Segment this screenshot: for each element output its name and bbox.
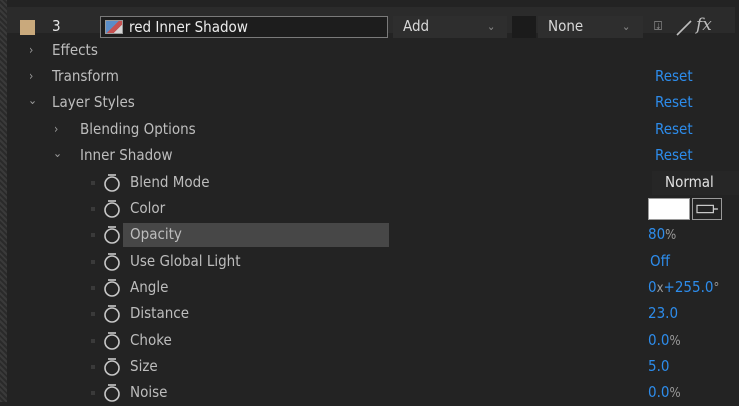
pen-icon[interactable]	[675, 19, 693, 37]
layer-thumbnail-icon	[105, 20, 123, 34]
angle-row: Angle 0x+255.0°	[7, 275, 735, 301]
choke-label: Choke	[130, 331, 172, 349]
layer-number: 3	[52, 17, 61, 35]
color-label: Color	[130, 199, 166, 217]
transform-label: Transform	[52, 67, 119, 85]
label-color-swatch[interactable]	[20, 20, 35, 35]
angle-value[interactable]: 0x+255.0°	[648, 278, 719, 296]
choke-number[interactable]: 0.0	[648, 331, 669, 349]
stopwatch-icon[interactable]	[103, 357, 121, 377]
transform-reset-button[interactable]: Reset	[655, 67, 693, 85]
layer-header-row[interactable]: 3 red Inner Shadow Add ⌄ None ⌄ ⍗ fx	[7, 7, 735, 38]
opacity-label: Opacity	[130, 225, 182, 243]
row-marker	[91, 181, 95, 185]
layer-styles-reset-button[interactable]: Reset	[655, 93, 693, 111]
use-global-light-value[interactable]: Off	[650, 252, 670, 270]
row-marker	[91, 312, 95, 316]
inner-shadow-row[interactable]: ⌄ Inner Shadow Reset	[7, 143, 735, 169]
row-marker	[91, 233, 95, 237]
blend-mode-row: Blend Mode Normal	[7, 170, 739, 196]
track-matte-box[interactable]	[512, 16, 536, 38]
stopwatch-icon[interactable]	[103, 304, 121, 324]
use-global-light-label: Use Global Light	[130, 252, 241, 270]
noise-number[interactable]: 0.0	[648, 383, 669, 401]
blend-mode-select[interactable]: Normal	[652, 171, 739, 195]
angle-degrees[interactable]: +255.0	[664, 278, 714, 296]
angle-deg-unit: °	[713, 281, 720, 296]
row-marker	[91, 365, 95, 369]
blending-options-reset-button[interactable]: Reset	[655, 120, 693, 138]
chevron-right-icon[interactable]: ›	[29, 69, 33, 83]
fx-icon[interactable]: fx	[696, 15, 712, 35]
opacity-number[interactable]: 80	[648, 225, 665, 243]
effects-label: Effects	[52, 41, 98, 59]
inner-shadow-reset-button[interactable]: Reset	[655, 146, 693, 164]
opacity-row: Opacity 80%	[7, 222, 735, 248]
stopwatch-icon[interactable]	[103, 173, 121, 193]
stopwatch-icon[interactable]	[103, 252, 121, 272]
eyedropper-icon[interactable]	[692, 198, 722, 220]
layer-name: red Inner Shadow	[129, 18, 248, 36]
chevron-down-icon[interactable]: ⌄	[28, 93, 37, 107]
noise-value[interactable]: 0.0%	[648, 383, 681, 401]
stopwatch-icon[interactable]	[103, 199, 121, 219]
row-marker	[91, 339, 95, 343]
row-marker	[91, 260, 95, 264]
angle-revolutions[interactable]: 0	[648, 278, 657, 296]
stopwatch-icon[interactable]	[103, 278, 121, 298]
motion-blur-icon[interactable]: ⍗	[649, 18, 667, 36]
inner-shadow-label: Inner Shadow	[80, 146, 173, 164]
blending-options-row[interactable]: › Blending Options Reset	[7, 117, 735, 143]
row-marker	[91, 391, 95, 395]
blend-mode-label: Blend Mode	[130, 173, 210, 191]
blend-mode-value: Add	[403, 17, 430, 35]
layer-styles-row[interactable]: ⌄ Layer Styles Reset	[7, 90, 735, 116]
chevron-right-icon[interactable]: ›	[54, 122, 58, 136]
chevron-down-icon[interactable]: ⌄	[53, 146, 62, 160]
noise-unit: %	[669, 386, 681, 401]
effects-row[interactable]: › Effects	[7, 38, 735, 64]
stopwatch-icon[interactable]	[103, 331, 121, 351]
color-row: Color	[7, 196, 735, 222]
use-global-light-row: Use Global Light Off	[7, 249, 735, 275]
chevron-right-icon[interactable]: ›	[29, 43, 33, 57]
chevron-down-icon: ⌄	[622, 20, 631, 33]
row-marker	[91, 286, 95, 290]
opacity-value[interactable]: 80%	[648, 225, 676, 243]
noise-row: Noise 0.0%	[7, 380, 735, 406]
panel-edge	[0, 0, 7, 402]
parent-dropdown[interactable]: None ⌄	[538, 16, 643, 38]
transform-row[interactable]: › Transform Reset	[7, 64, 735, 90]
stopwatch-icon[interactable]	[103, 225, 121, 245]
choke-unit: %	[669, 334, 681, 349]
stopwatch-icon[interactable]	[103, 383, 121, 403]
blending-options-label: Blending Options	[80, 120, 196, 138]
angle-x-unit: x	[656, 281, 664, 296]
size-label: Size	[130, 357, 158, 375]
parent-value: None	[548, 17, 584, 35]
choke-row: Choke 0.0%	[7, 328, 735, 354]
size-row: Size 5.0	[7, 354, 735, 380]
distance-label: Distance	[130, 304, 190, 322]
choke-value[interactable]: 0.0%	[648, 331, 681, 349]
layer-styles-label: Layer Styles	[52, 93, 135, 111]
blend-mode-select-value: Normal	[665, 173, 714, 191]
row-marker	[91, 207, 95, 211]
opacity-unit: %	[665, 228, 677, 243]
blend-mode-dropdown[interactable]: Add ⌄	[393, 16, 507, 38]
angle-label: Angle	[130, 278, 169, 296]
size-value[interactable]: 5.0	[648, 357, 669, 375]
layer-name-field[interactable]: red Inner Shadow	[100, 16, 388, 38]
chevron-down-icon: ⌄	[487, 20, 496, 33]
distance-row: Distance 23.0	[7, 301, 735, 327]
noise-label: Noise	[130, 383, 168, 401]
distance-value[interactable]: 23.0	[648, 304, 678, 322]
color-swatch[interactable]	[648, 198, 690, 220]
